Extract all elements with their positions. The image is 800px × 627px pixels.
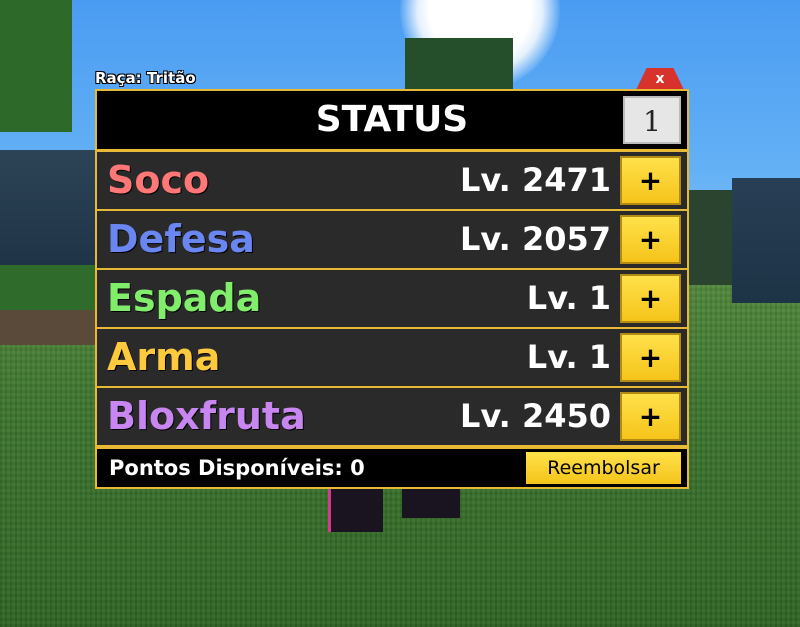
page-number-box[interactable]: 1: [623, 96, 681, 144]
race-label: Raça: Tritão: [95, 69, 196, 87]
stat-level: Lv. 2057: [460, 220, 611, 258]
stat-level: Lv. 2471: [460, 161, 611, 199]
grass-block-right: [688, 190, 732, 285]
grass-ledge-left: [0, 265, 96, 315]
stat-row-arma: Arma Lv. 1 +: [97, 329, 687, 386]
increase-bloxfruta-button[interactable]: +: [620, 392, 681, 441]
increase-arma-button[interactable]: +: [620, 333, 681, 382]
status-footer: Pontos Disponíveis: 0 Reembolsar: [97, 449, 687, 487]
status-title: STATUS: [315, 99, 469, 140]
stat-row-soco: Soco Lv. 2471 +: [97, 152, 687, 209]
stat-row-bloxfruta: Bloxfruta Lv. 2450 +: [97, 388, 687, 445]
increase-defesa-button[interactable]: +: [620, 215, 681, 264]
stat-row-defesa: Defesa Lv. 2057 +: [97, 211, 687, 268]
player-leg-left: [328, 488, 383, 532]
stat-row-espada: Espada Lv. 1 +: [97, 270, 687, 327]
stat-name: Arma: [107, 335, 221, 379]
stat-name: Bloxfruta: [107, 394, 306, 438]
increase-espada-button[interactable]: +: [620, 274, 681, 323]
available-points-label: Pontos Disponíveis: 0: [109, 456, 365, 480]
stat-level: Lv. 1: [526, 279, 611, 317]
rock-block-right: [732, 178, 800, 303]
status-panel: STATUS 1 Soco Lv. 2471 + Defesa Lv. 2057…: [95, 89, 689, 489]
stat-level: Lv. 2450: [460, 397, 611, 435]
stat-name: Defesa: [107, 217, 255, 261]
stat-name: Espada: [107, 276, 262, 320]
refund-button[interactable]: Reembolsar: [526, 452, 681, 484]
tree-foliage-top: [405, 38, 513, 94]
increase-soco-button[interactable]: +: [620, 156, 681, 205]
stat-level: Lv. 1: [526, 338, 611, 376]
player-leg-right: [402, 488, 460, 518]
rock-block-left: [0, 150, 96, 265]
tree-foliage-left: [0, 0, 72, 132]
dirt-ledge-left: [0, 310, 96, 345]
stat-name: Soco: [107, 158, 210, 202]
status-title-bar: STATUS 1: [97, 91, 687, 149]
